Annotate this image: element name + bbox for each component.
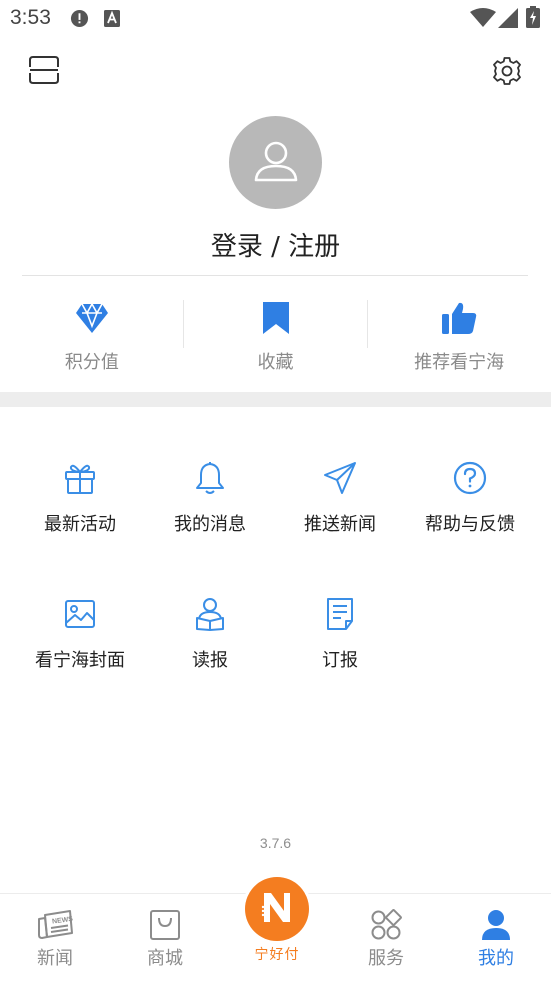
reader-icon [190, 594, 230, 634]
menu-label: 帮助与反馈 [425, 514, 515, 535]
battery-charging-icon [526, 6, 540, 32]
signal-icon [498, 8, 518, 32]
scan-frame-button[interactable] [22, 50, 66, 94]
menu-label: 读报 [192, 650, 228, 671]
stat-divider [367, 300, 368, 348]
a-text-icon [104, 10, 120, 31]
tab-label: 商城 [147, 948, 183, 969]
tab-services[interactable]: 服务 [331, 894, 441, 981]
alert-circle-icon [70, 9, 89, 32]
stats-row: 积分值 收藏 推荐看宁海 [0, 296, 551, 386]
menu-item-help-feedback[interactable]: 帮助与反馈 [405, 458, 535, 536]
newspaper-icon: NEWS [37, 908, 73, 942]
login-register-link[interactable]: 登录 / 注册 [0, 226, 551, 263]
stat-label: 积分值 [64, 352, 119, 373]
status-time: 3:53 [10, 6, 51, 29]
section-separator [0, 392, 551, 407]
thumbs-up-icon [441, 298, 477, 338]
pay-button[interactable] [245, 877, 309, 941]
stat-points[interactable]: 积分值 [0, 296, 184, 386]
settings-button[interactable] [485, 51, 529, 95]
svg-text:NEWS: NEWS [52, 916, 73, 926]
stat-label: 推荐看宁海 [414, 352, 505, 373]
tab-news[interactable]: NEWS 新闻 [0, 894, 110, 981]
divider [22, 275, 528, 276]
tab-mall[interactable]: 商城 [110, 894, 220, 981]
bell-icon [190, 458, 230, 498]
menu-item-push-news[interactable]: 推送新闻 [275, 458, 405, 536]
tab-label: 服务 [368, 948, 404, 969]
question-icon [450, 458, 490, 498]
menu-label: 我的消息 [174, 514, 246, 535]
tab-label: 新闻 [37, 948, 73, 969]
menu-item-read-paper[interactable]: 读报 [145, 594, 275, 672]
app-version: 3.7.6 [259, 835, 292, 851]
menu-item-cover[interactable]: 看宁海封面 [15, 594, 145, 672]
document-icon [320, 594, 360, 634]
tab-label: 我的 [478, 948, 514, 969]
menu-label: 最新活动 [44, 514, 116, 535]
gear-icon [492, 56, 522, 90]
person-icon [480, 908, 512, 942]
scan-frame-icon [29, 56, 59, 88]
pay-n-icon [259, 889, 295, 929]
menu-label: 推送新闻 [304, 514, 376, 535]
user-icon [251, 136, 301, 190]
stat-recommend[interactable]: 推荐看宁海 [367, 296, 551, 386]
menu-item-latest-activities[interactable]: 最新活动 [15, 458, 145, 536]
shopping-bag-icon [149, 908, 181, 942]
grid-services-icon [370, 908, 402, 942]
stat-divider [183, 300, 184, 348]
menu-item-my-messages[interactable]: 我的消息 [145, 458, 275, 536]
stat-favorites[interactable]: 收藏 [184, 296, 368, 386]
menu-label: 订报 [322, 650, 358, 671]
image-icon [60, 594, 100, 634]
gift-icon [60, 458, 100, 498]
stat-label: 收藏 [257, 352, 294, 373]
menu-item-subscribe[interactable]: 订报 [275, 594, 405, 672]
wifi-icon [470, 8, 496, 32]
bookmark-icon [261, 298, 291, 338]
avatar[interactable] [229, 116, 322, 209]
tab-mine[interactable]: 我的 [441, 894, 551, 981]
paper-plane-icon [320, 458, 360, 498]
menu-label: 看宁海封面 [35, 650, 125, 671]
pay-label[interactable]: 宁好付 [232, 944, 322, 964]
status-bar: 3:53 [0, 0, 551, 36]
diamond-icon [75, 298, 109, 338]
